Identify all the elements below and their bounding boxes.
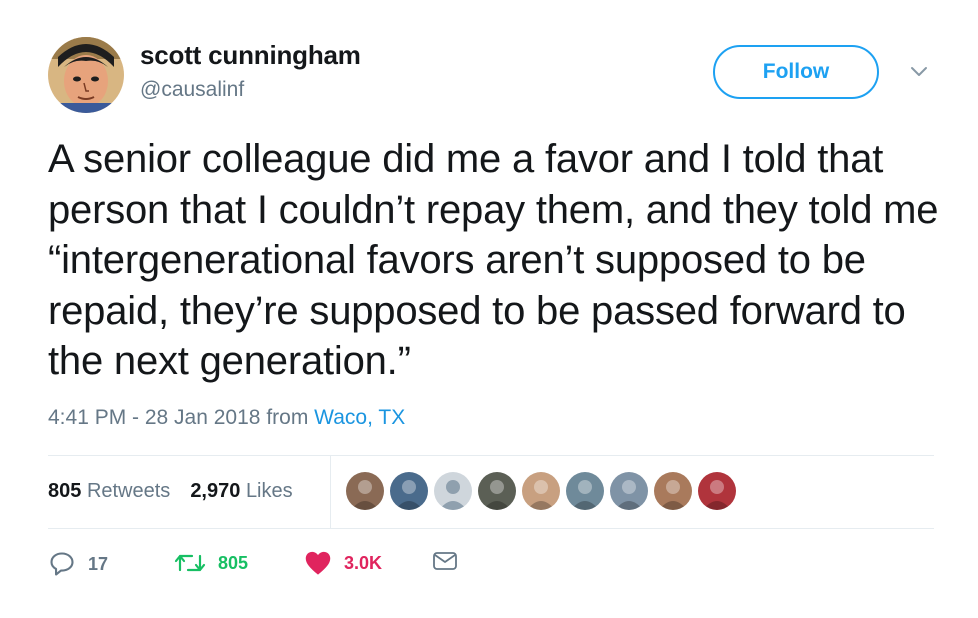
retweets-label: Retweets bbox=[86, 480, 171, 502]
author-avatar[interactable] bbox=[48, 37, 124, 113]
follow-button[interactable]: Follow bbox=[713, 45, 879, 99]
tweet-card: scott cunningham @causalinf Follow A sen… bbox=[0, 0, 978, 618]
liker-avatar[interactable] bbox=[346, 472, 384, 510]
like-count: 3.0K bbox=[344, 552, 383, 573]
liker-avatar[interactable] bbox=[390, 472, 428, 510]
engagement-stats: 805 Retweets 2,970 Likes bbox=[48, 480, 293, 503]
from-label: from bbox=[266, 406, 309, 429]
tweet-timestamp[interactable]: 4:41 PM - 28 Jan 2018 bbox=[48, 406, 260, 429]
liker-avatar[interactable] bbox=[522, 472, 560, 510]
retweet-arrows-icon bbox=[174, 554, 206, 572]
divider-bottom bbox=[48, 528, 934, 529]
reply-count: 17 bbox=[88, 553, 109, 574]
stats-vertical-divider bbox=[330, 456, 331, 528]
liker-avatar[interactable] bbox=[610, 472, 648, 510]
liker-avatar[interactable] bbox=[434, 472, 472, 510]
like-button[interactable]: 3.0K bbox=[304, 550, 382, 576]
liker-avatar[interactable] bbox=[698, 472, 736, 510]
retweets-stat[interactable]: 805 Retweets bbox=[48, 480, 170, 503]
reply-bubble-icon bbox=[50, 552, 74, 576]
author-name[interactable]: scott cunningham bbox=[140, 40, 361, 71]
tweet-metadata: 4:41 PM - 28 Jan 2018 from Waco, TX bbox=[48, 406, 405, 430]
retweets-count: 805 bbox=[48, 480, 82, 502]
likes-stat[interactable]: 2,970 Likes bbox=[190, 480, 292, 503]
envelope-icon bbox=[433, 552, 457, 570]
divider-top bbox=[48, 455, 934, 456]
author-handle[interactable]: @causalinf bbox=[140, 78, 244, 102]
direct-message-button[interactable] bbox=[432, 550, 458, 572]
heart-icon bbox=[305, 551, 331, 575]
liker-avatar[interactable] bbox=[566, 472, 604, 510]
liker-avatars bbox=[346, 472, 742, 510]
tweet-text: A senior colleague did me a favor and I … bbox=[48, 137, 939, 383]
retweet-button[interactable]: 805 bbox=[174, 550, 248, 576]
likes-label: Likes bbox=[245, 480, 293, 502]
retweet-count: 805 bbox=[218, 552, 249, 573]
liker-avatar[interactable] bbox=[654, 472, 692, 510]
more-options-chevron-down-icon[interactable] bbox=[908, 64, 930, 80]
likes-count: 2,970 bbox=[190, 480, 241, 502]
liker-avatar[interactable] bbox=[478, 472, 516, 510]
reply-button[interactable]: 17 bbox=[48, 550, 108, 578]
comic-portrait-avatar-icon bbox=[48, 37, 124, 113]
location-link[interactable]: Waco, TX bbox=[314, 406, 405, 429]
